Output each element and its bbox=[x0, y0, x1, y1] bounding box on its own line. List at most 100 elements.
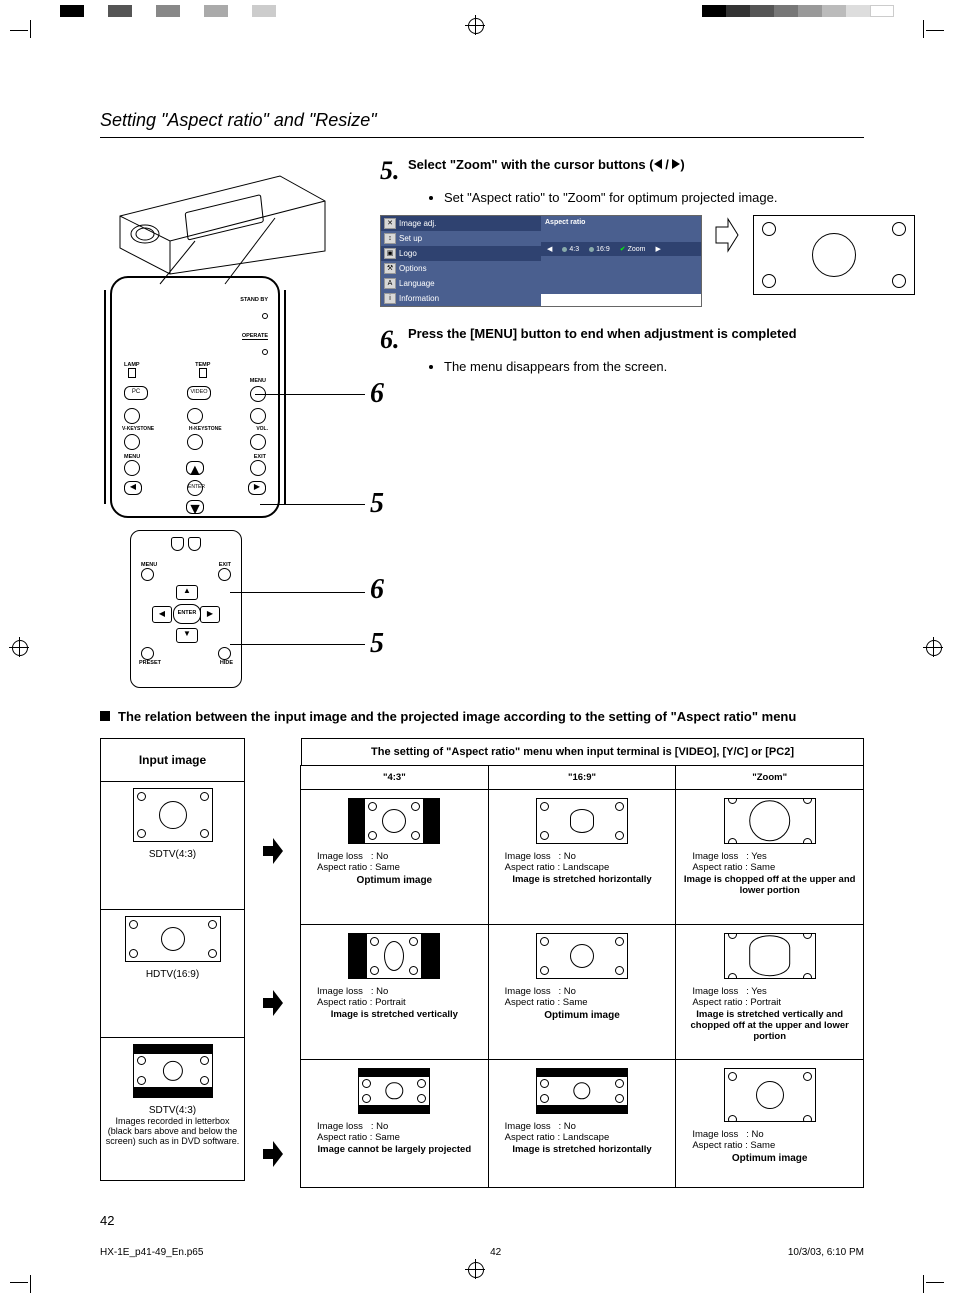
projection-preview bbox=[753, 215, 915, 295]
bullet-square-icon bbox=[100, 711, 110, 721]
osd-item: Information bbox=[399, 294, 439, 303]
registration-target-icon bbox=[12, 640, 28, 656]
remote-down-button[interactable]: ▼ bbox=[176, 628, 198, 643]
callout-line bbox=[230, 644, 365, 645]
remote-preset-button[interactable] bbox=[141, 647, 154, 660]
lamp-label: LAMP bbox=[124, 362, 140, 368]
remote-hide-button[interactable] bbox=[218, 647, 231, 660]
step-6-bullet: The menu disappears from the screen. bbox=[444, 359, 915, 374]
vkeystone-label: V-KEYSTONE bbox=[122, 426, 154, 432]
step-5-bullet: Set "Aspect ratio" to "Zoom" for optimum… bbox=[444, 190, 915, 205]
standby-label: STAND BY bbox=[240, 297, 268, 303]
vkeystone-button[interactable] bbox=[124, 434, 140, 450]
panel-button[interactable] bbox=[250, 408, 266, 424]
operate-label: OPERATE bbox=[242, 333, 268, 340]
callout-6-remote: 6 bbox=[370, 574, 384, 606]
input-image-header: Input image bbox=[100, 738, 245, 782]
osd-opt: 4:3 bbox=[569, 246, 579, 253]
down-cursor-button[interactable]: ▼ bbox=[186, 500, 204, 514]
osd-opt: 16:9 bbox=[596, 246, 610, 253]
result-cell: Image loss : No Aspect ratio : Same Opti… bbox=[488, 924, 677, 1060]
result-cell: Image loss : No Aspect ratio : Landscape… bbox=[488, 1059, 677, 1188]
step-number: 6. bbox=[380, 325, 400, 355]
vol-label: VOL. bbox=[256, 426, 268, 432]
pc-button[interactable]: PC bbox=[124, 386, 148, 400]
projector-illustration bbox=[100, 156, 350, 286]
video-button[interactable]: VIDEO bbox=[187, 386, 211, 400]
panel-button[interactable] bbox=[187, 408, 203, 424]
step-6: 6. Press the [MENU] button to end when a… bbox=[380, 325, 915, 374]
remote-enter-button[interactable]: ENTER bbox=[173, 604, 201, 624]
osd-menu-screenshot: ✕Image adj. ↕Set up ▣Logo ⚒Options ALang… bbox=[380, 215, 702, 307]
result-cell: Image loss : Yes Aspect ratio : Portrait… bbox=[675, 924, 864, 1060]
crop-mark-icon bbox=[914, 20, 944, 50]
aspect-ratio-table: Input image SDTV(4:3) HDTV(16:9) bbox=[100, 738, 864, 1188]
result-cell: Image loss : No Aspect ratio : Portrait … bbox=[300, 924, 489, 1060]
right-cursor-button[interactable]: ▶ bbox=[248, 481, 266, 495]
content-area: Setting "Aspect ratio" and "Resize" bbox=[100, 110, 864, 1213]
osd-item: Language bbox=[399, 279, 435, 288]
crop-mark-icon bbox=[10, 20, 40, 50]
menu-label: MENU bbox=[120, 378, 266, 384]
osd-item: Image adj. bbox=[399, 219, 436, 228]
up-cursor-button[interactable]: ▲ bbox=[186, 461, 204, 475]
page-number: 42 bbox=[100, 1213, 114, 1228]
footer-page: 42 bbox=[490, 1247, 501, 1258]
result-cell: Image loss : No Aspect ratio : Landscape… bbox=[488, 789, 677, 925]
col-header: "16:9" bbox=[488, 765, 677, 790]
steps-column: 5. Select "Zoom" with the cursor buttons… bbox=[380, 156, 915, 688]
registration-target-icon bbox=[926, 640, 942, 656]
arrow-column bbox=[263, 738, 283, 1188]
arrow-right-icon bbox=[263, 990, 283, 1016]
callout-5-remote: 5 bbox=[370, 628, 384, 660]
osd-item: Options bbox=[399, 264, 427, 273]
footer-file: HX-1E_p41-49_En.p65 bbox=[100, 1247, 203, 1258]
footer: HX-1E_p41-49_En.p65 42 10/3/03, 6:10 PM bbox=[100, 1247, 864, 1258]
result-cell: Image loss : No Aspect ratio : Same Opti… bbox=[675, 1059, 864, 1188]
page: Setting "Aspect ratio" and "Resize" bbox=[0, 0, 954, 1313]
hkeystone-button[interactable] bbox=[187, 434, 203, 450]
menu-button[interactable] bbox=[124, 460, 140, 476]
remote-menu-button[interactable] bbox=[141, 568, 154, 581]
step-5-title: Select "Zoom" with the cursor buttons ( … bbox=[408, 157, 685, 172]
input-cell: SDTV(4:3) bbox=[100, 781, 245, 910]
remote-right-button[interactable]: ▶ bbox=[200, 606, 220, 623]
result-cell: Image loss : No Aspect ratio : Same Opti… bbox=[300, 789, 489, 925]
step-5: 5. Select "Zoom" with the cursor buttons… bbox=[380, 156, 915, 307]
osd-opt-selected: Zoom bbox=[628, 246, 646, 253]
osd-header: Aspect ratio bbox=[541, 216, 701, 229]
remote-left-button[interactable]: ◀ bbox=[152, 606, 172, 623]
illustration-column: STAND BY OPERATE LAMP TEMP MENU PC VIDEO bbox=[100, 156, 350, 688]
panel-button[interactable] bbox=[124, 408, 140, 424]
col-header: "Zoom" bbox=[675, 765, 864, 790]
osd-item: Logo bbox=[399, 249, 417, 258]
projector-control-panel: STAND BY OPERATE LAMP TEMP MENU PC VIDEO bbox=[110, 276, 280, 518]
section-title: Setting "Aspect ratio" and "Resize" bbox=[100, 110, 864, 138]
arrow-right-icon bbox=[714, 215, 740, 260]
osd-item: Set up bbox=[399, 234, 422, 243]
remote-up-button[interactable]: ▲ bbox=[176, 585, 198, 600]
remote-hide-label: HIDE bbox=[220, 660, 233, 666]
arrow-right-icon bbox=[263, 838, 283, 864]
left-cursor-button[interactable]: ◀ bbox=[124, 481, 142, 495]
exit-button[interactable] bbox=[250, 460, 266, 476]
step-6-title: Press the [MENU] button to end when adju… bbox=[408, 326, 797, 341]
remote-control-illustration: MENU EXIT ▲ ◀ ENTER ▶ ▼ bbox=[130, 530, 242, 688]
remote-menu-label: MENU bbox=[141, 562, 157, 568]
setting-header: The setting of "Aspect ratio" menu when … bbox=[301, 738, 864, 766]
crop-mark-icon bbox=[914, 1263, 944, 1293]
callout-6-panel: 6 bbox=[370, 378, 384, 410]
enter-button[interactable]: ENTER bbox=[187, 480, 203, 496]
callout-line bbox=[260, 504, 365, 505]
callout-5-panel: 5 bbox=[370, 488, 384, 520]
result-cell: Image loss : No Aspect ratio : Same Imag… bbox=[300, 1059, 489, 1188]
input-cell: SDTV(4:3) Images recorded in letterbox (… bbox=[100, 1037, 245, 1181]
result-cell: Image loss : Yes Aspect ratio : Same Ima… bbox=[675, 789, 864, 925]
remote-exit-button[interactable] bbox=[218, 568, 231, 581]
step-number: 5. bbox=[380, 156, 400, 186]
remote-preset-label: PRESET bbox=[139, 660, 161, 666]
callout-line bbox=[255, 394, 365, 395]
vol-button[interactable] bbox=[250, 434, 266, 450]
registration-strip-left bbox=[60, 5, 276, 17]
registration-target-icon bbox=[468, 1262, 484, 1278]
